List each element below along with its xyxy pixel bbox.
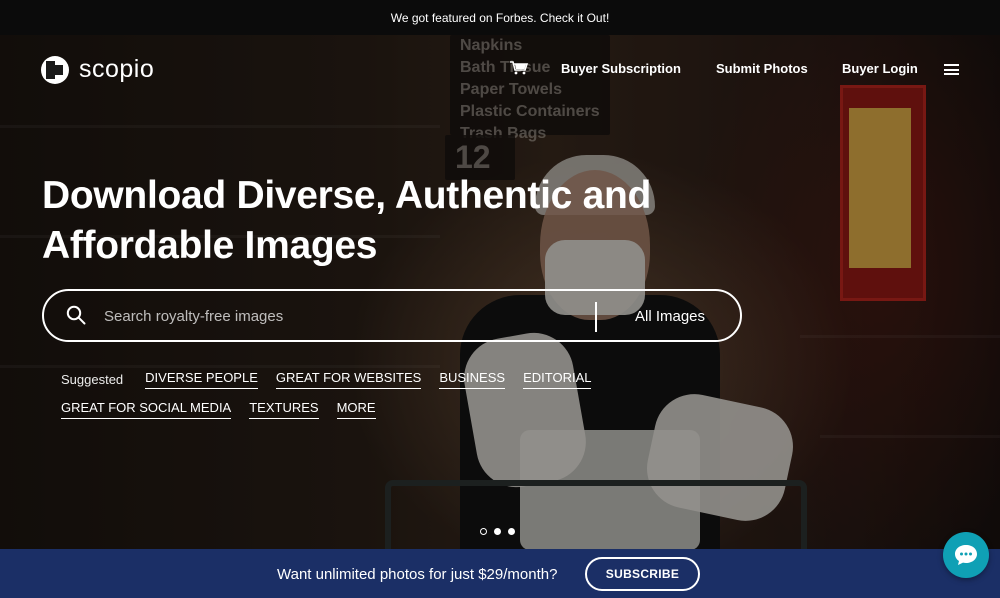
search-icon[interactable] bbox=[66, 305, 86, 325]
logo-text: scopio bbox=[79, 55, 155, 83]
tag-textures[interactable]: TEXTURES bbox=[249, 400, 319, 419]
promo-bar: Want unlimited photos for just $29/month… bbox=[0, 549, 1000, 598]
promo-text: Want unlimited photos for just $29/month… bbox=[277, 566, 558, 583]
suggested-label: Suggested bbox=[61, 372, 124, 387]
tag-more[interactable]: MORE bbox=[336, 400, 376, 419]
hero-headline: Download Diverse, Authentic and Affordab… bbox=[42, 171, 651, 271]
hamburger-icon[interactable] bbox=[944, 64, 959, 75]
tag-great-for-websites[interactable]: GREAT FOR WEBSITES bbox=[275, 370, 422, 389]
search-divider bbox=[595, 302, 597, 332]
cart-icon[interactable] bbox=[510, 61, 528, 75]
carousel-dot[interactable] bbox=[508, 528, 515, 535]
nav-submit-photos[interactable]: Submit Photos bbox=[716, 61, 808, 76]
carousel-dots bbox=[480, 528, 515, 535]
search-input[interactable] bbox=[102, 299, 586, 334]
headline-line-1: Download Diverse, Authentic and bbox=[42, 174, 652, 217]
chat-icon[interactable] bbox=[943, 532, 989, 578]
tag-editorial[interactable]: EDITORIAL bbox=[523, 370, 592, 389]
top-nav: scopio Buyer Subscription Submit Photos … bbox=[0, 35, 1000, 105]
search-bar: All Images bbox=[42, 289, 742, 342]
nav-buyer-subscription[interactable]: Buyer Subscription bbox=[561, 61, 681, 76]
tag-business[interactable]: BUSINESS bbox=[439, 370, 506, 389]
tag-great-for-social-media[interactable]: GREAT FOR SOCIAL MEDIA bbox=[61, 400, 232, 419]
logo[interactable]: scopio bbox=[41, 55, 154, 84]
search-scope-dropdown[interactable]: All Images bbox=[635, 308, 705, 325]
announcement-bar[interactable]: We got featured on Forbes. Check it Out! bbox=[0, 0, 1000, 35]
headline-line-2: Affordable Images bbox=[42, 224, 378, 267]
nav-buyer-login[interactable]: Buyer Login bbox=[842, 61, 918, 76]
carousel-dot[interactable] bbox=[480, 528, 487, 535]
announcement-text[interactable]: We got featured on Forbes. Check it Out! bbox=[391, 11, 610, 25]
scopio-logo-icon bbox=[41, 55, 69, 84]
subscribe-button[interactable]: SUBSCRIBE bbox=[585, 557, 700, 591]
tag-diverse-people[interactable]: DIVERSE PEOPLE bbox=[145, 370, 258, 389]
suggested-tags-row-1: Suggested DIVERSE PEOPLE GREAT FOR WEBSI… bbox=[61, 370, 609, 389]
suggested-tags-row-2: GREAT FOR SOCIAL MEDIA TEXTURES MORE bbox=[61, 400, 394, 419]
carousel-dot[interactable] bbox=[494, 528, 501, 535]
chat-bubble-icon bbox=[955, 545, 977, 565]
